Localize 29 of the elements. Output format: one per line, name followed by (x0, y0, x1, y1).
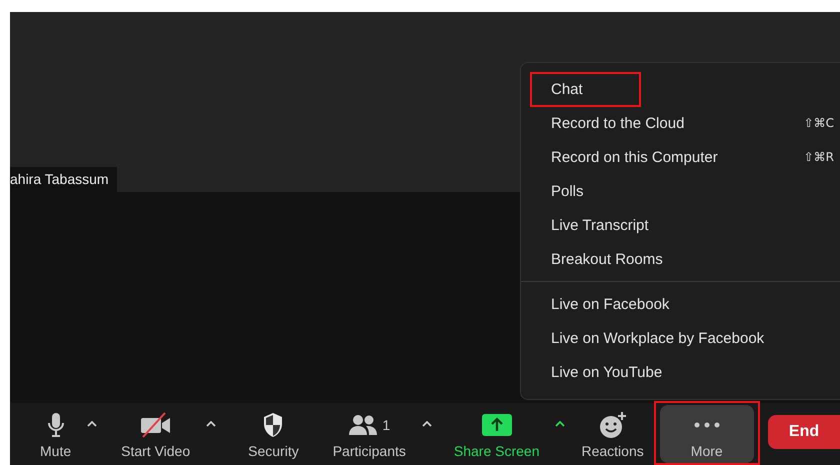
microphone-icon (46, 412, 65, 438)
end-button[interactable]: End (768, 415, 840, 449)
toolbar-button[interactable]: 1 Participants (326, 405, 412, 463)
menu-item[interactable]: Live on YouTube (521, 355, 840, 389)
participant-name: ahira Tabassum (10, 167, 117, 192)
menu-item[interactable]: Live on Facebook (521, 287, 840, 321)
smiley-plus-icon (598, 411, 627, 439)
more-icon (694, 422, 720, 428)
toolbar-button[interactable]: Mute (34, 405, 78, 463)
menu-item[interactable]: Record on this Computer ⇧⌘R (521, 140, 840, 174)
menu-item[interactable]: Chat (521, 72, 840, 106)
toolbar-button[interactable]: Security (242, 405, 305, 463)
caret-icon[interactable] (87, 421, 98, 427)
toolbar-button[interactable]: Reactions (575, 405, 650, 463)
toolbar-button[interactable]: Start Video (115, 405, 196, 463)
participant-count: 1 (382, 417, 390, 433)
menu-item[interactable]: Live on Workplace by Facebook (521, 321, 840, 355)
menu-item[interactable]: Live Transcript (521, 208, 840, 242)
menu-item[interactable]: Breakout Rooms (521, 242, 840, 276)
caret-icon[interactable] (555, 421, 566, 427)
caret-icon[interactable] (206, 421, 216, 427)
menu-item[interactable]: Polls (521, 174, 840, 208)
people-icon (348, 413, 378, 437)
shield-icon (262, 412, 284, 438)
caret-icon[interactable] (422, 421, 432, 427)
toolbar-button[interactable]: More (660, 405, 754, 463)
share-screen-icon (482, 414, 512, 436)
menu-item[interactable]: Record to the Cloud ⇧⌘C (521, 106, 840, 140)
toolbar-button[interactable]: Share Screen (448, 405, 546, 463)
